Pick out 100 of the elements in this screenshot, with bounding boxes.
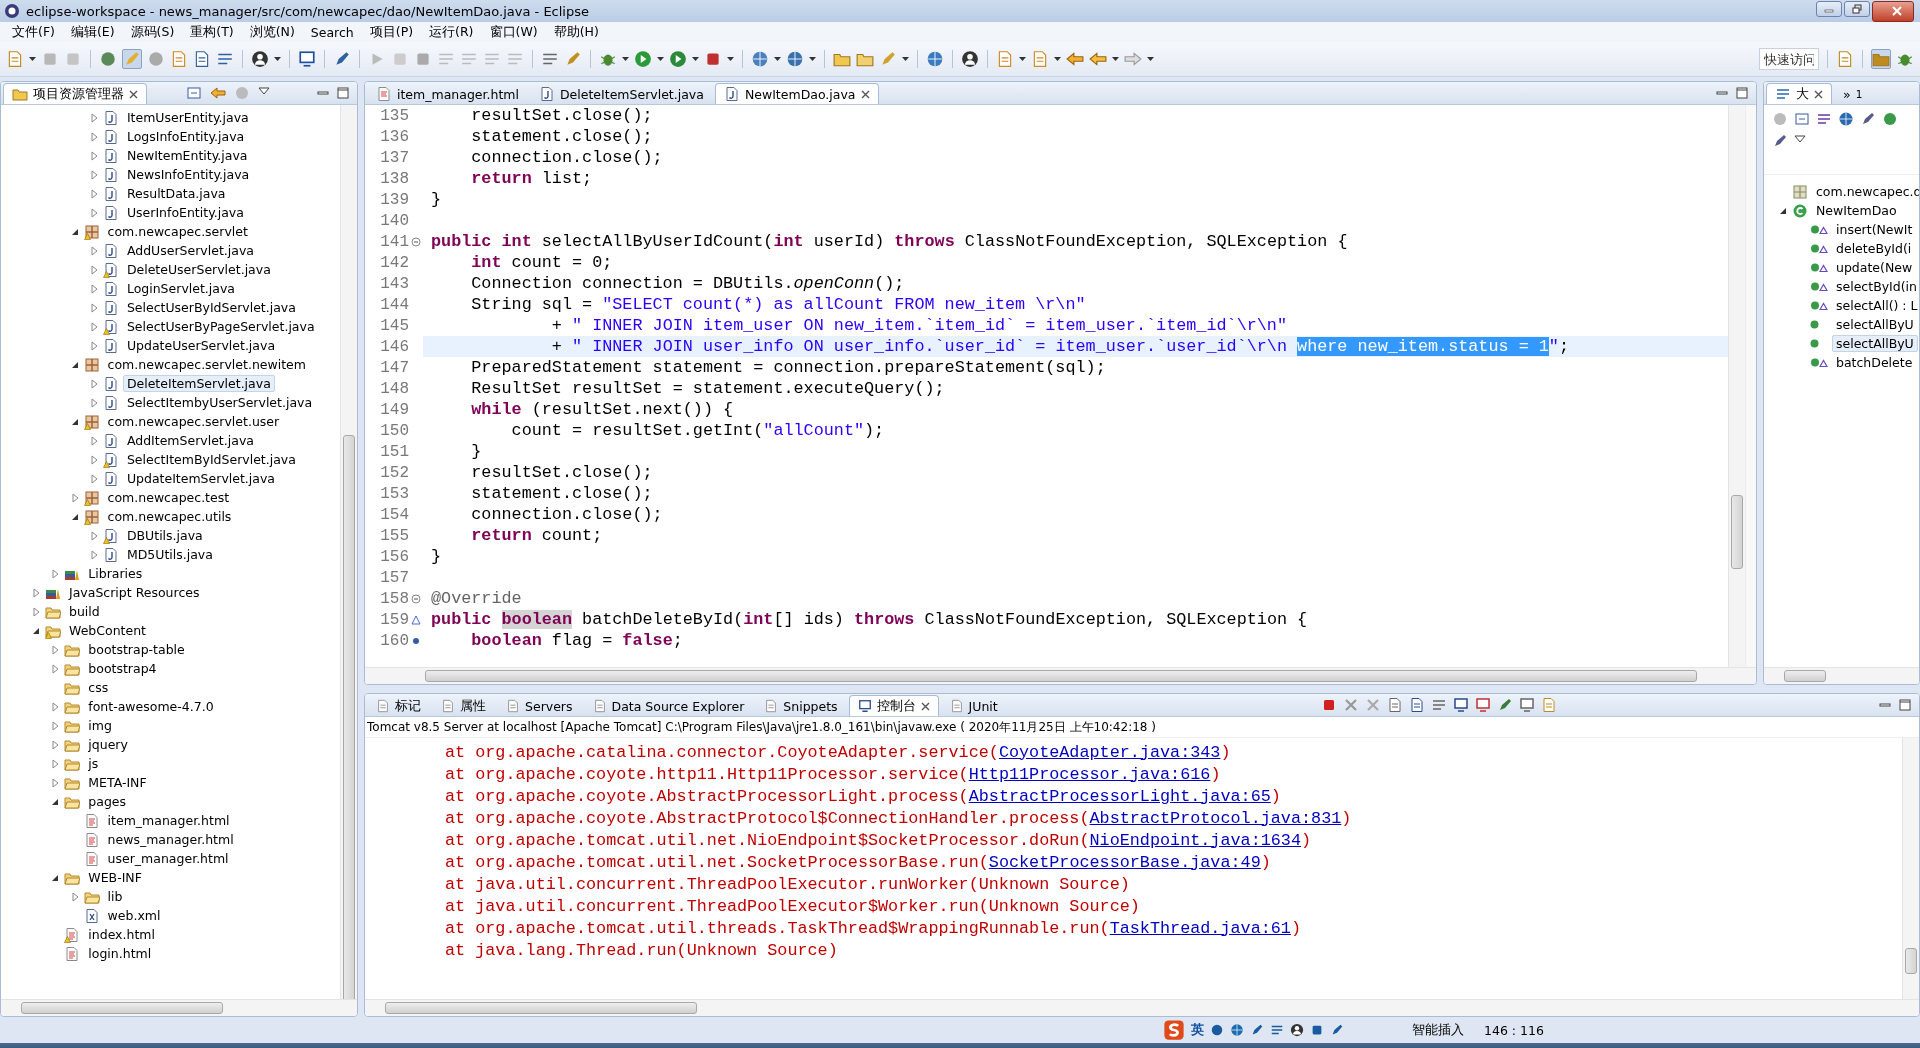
stack-trace-link[interactable]: SocketProcessorBase.java:49 (988, 852, 1261, 872)
expand-arrow-icon[interactable] (88, 245, 99, 256)
editor-tab[interactable]: NewItemDao.java (714, 83, 879, 104)
ime-logo-icon[interactable] (1163, 1019, 1185, 1041)
view-tab[interactable]: 属性 (432, 695, 495, 716)
expand-arrow-icon[interactable] (88, 188, 99, 199)
tree-item[interactable]: SelectUserByPageServlet.java (1, 317, 340, 336)
tree-item[interactable]: index.html (1, 925, 340, 944)
maximize-icon[interactable] (1899, 699, 1911, 711)
menu-item[interactable]: 重构(T) (182, 23, 242, 41)
tree-item[interactable]: ItemUserEntity.java (1, 108, 340, 127)
scrollbar[interactable] (1902, 738, 1919, 999)
expand-arrow-icon[interactable] (88, 150, 99, 161)
tree-item[interactable]: SelectItemByIdServlet.java (1, 450, 340, 469)
tree-item[interactable]: jquery (1, 735, 340, 754)
maximize-icon[interactable] (1736, 87, 1748, 99)
expand-arrow-icon[interactable] (88, 530, 99, 541)
caret-icon[interactable] (727, 57, 734, 61)
outline-item[interactable]: deleteById(i (1764, 239, 1919, 258)
stack-trace-link[interactable]: Http11Processor.java:616 (968, 764, 1211, 784)
stack-trace-link[interactable]: NioEndpoint.java:1634 (1089, 830, 1301, 850)
view-menu-icon[interactable] (1794, 133, 1806, 145)
menu-item[interactable]: 浏览(N) (241, 23, 303, 41)
scrollbar[interactable] (365, 999, 1919, 1016)
tree-item[interactable]: lib (1, 887, 340, 906)
menu-item[interactable]: 窗口(W) (481, 23, 546, 41)
tree-item[interactable]: pages (1, 792, 340, 811)
tree-item[interactable]: WebContent (1, 621, 340, 640)
expand-arrow-icon[interactable] (88, 112, 99, 123)
close-icon[interactable] (1814, 89, 1823, 99)
view-tab[interactable]: 控制台 (848, 695, 939, 716)
expand-arrow-icon[interactable] (69, 891, 80, 902)
menu-item[interactable]: 编辑(E) (62, 23, 123, 41)
maximize-icon[interactable] (337, 87, 349, 99)
caret-icon[interactable] (902, 57, 909, 61)
caret-icon[interactable] (1054, 57, 1061, 61)
tree-item[interactable]: WEB-INF (1, 868, 340, 887)
fold-icon[interactable] (411, 236, 421, 247)
tree-item[interactable]: DBUtils.java (1, 526, 340, 545)
menu-item[interactable]: 运行(R) (421, 23, 482, 41)
tree-item[interactable]: MD5Utils.java (1, 545, 340, 564)
expand-arrow-icon[interactable] (88, 302, 99, 313)
expand-arrow-icon[interactable] (88, 378, 99, 389)
view-tab[interactable]: Servers (497, 695, 582, 716)
outline-item[interactable]: insert(NewIt (1764, 220, 1919, 239)
tree-item[interactable]: item_manager.html (1, 811, 340, 830)
tree-item[interactable]: LoginServlet.java (1, 279, 340, 298)
menu-item[interactable]: 文件(F) (4, 23, 63, 41)
caret-icon[interactable] (809, 57, 816, 61)
expand-arrow-icon[interactable] (88, 473, 99, 484)
outline-item[interactable]: selectAllByU (1764, 315, 1919, 334)
caret-icon[interactable] (1147, 57, 1154, 61)
caret-icon[interactable] (692, 57, 699, 61)
tree-item[interactable]: com.newcapec.servlet.newitem (1, 355, 340, 374)
view-tab[interactable]: 项目资源管理器 (3, 83, 147, 104)
tree-item[interactable]: build (1, 602, 340, 621)
tree-item[interactable]: css (1, 678, 340, 697)
restore-button[interactable] (1844, 0, 1870, 17)
tree-item[interactable]: UserInfoEntity.java (1, 203, 340, 222)
ime-language-toggle[interactable]: 英 (1191, 1021, 1204, 1039)
scrollbar[interactable] (1764, 667, 1919, 684)
expand-arrow-icon[interactable] (31, 606, 41, 617)
minimize-button[interactable] (1816, 0, 1842, 17)
outline-item[interactable]: NewItemDao (1764, 201, 1919, 220)
tree-item[interactable]: DeleteUserServlet.java (1, 260, 340, 279)
expand-arrow-icon[interactable] (50, 777, 61, 788)
caret-icon[interactable] (622, 57, 629, 61)
scrollbar[interactable] (1728, 105, 1745, 667)
stack-trace-link[interactable]: TaskThread.java:61 (1109, 918, 1291, 938)
caret-icon[interactable] (774, 57, 781, 61)
quick-access-field[interactable]: 快速访问 (1759, 48, 1819, 70)
scrollbar[interactable] (365, 667, 1756, 684)
tree-item[interactable]: DeleteItemServlet.java (1, 374, 340, 393)
caret-icon[interactable] (657, 57, 664, 61)
tree-item[interactable]: SelectItembyUserServlet.java (1, 393, 340, 412)
expand-arrow-icon[interactable] (88, 435, 99, 446)
menu-item[interactable]: 项目(P) (361, 23, 422, 41)
tree-item[interactable]: login.html (1, 944, 340, 963)
expand-arrow-icon[interactable] (88, 283, 99, 294)
tree-item[interactable]: ResultData.java (1, 184, 340, 203)
view-menu-icon[interactable] (258, 85, 270, 97)
expand-arrow-icon[interactable] (69, 492, 80, 503)
view-tab[interactable]: Data Source Explorer (583, 695, 754, 716)
expand-arrow-icon[interactable] (50, 720, 61, 731)
expand-arrow-icon[interactable] (88, 321, 99, 332)
tree-item[interactable]: img (1, 716, 340, 735)
view-tab[interactable]: Snippets (755, 695, 847, 716)
tree-item[interactable]: com.newcapec.test (1, 488, 340, 507)
tree-item[interactable]: LogsInfoEntity.java (1, 127, 340, 146)
close-icon[interactable] (860, 89, 870, 99)
expand-arrow-icon[interactable] (88, 397, 99, 408)
view-tab[interactable]: 标记 (367, 695, 430, 716)
tree-item[interactable]: font-awesome-4.7.0 (1, 697, 340, 716)
close-button[interactable] (1872, 0, 1914, 22)
expand-arrow-icon[interactable] (50, 758, 61, 769)
editor-tab[interactable]: DeleteItemServlet.java (530, 83, 713, 104)
fold-icon[interactable] (411, 593, 421, 604)
tree-item[interactable]: bootstrap4 (1, 659, 340, 678)
caret-icon[interactable] (1019, 57, 1026, 61)
expand-arrow-icon[interactable] (88, 264, 99, 275)
